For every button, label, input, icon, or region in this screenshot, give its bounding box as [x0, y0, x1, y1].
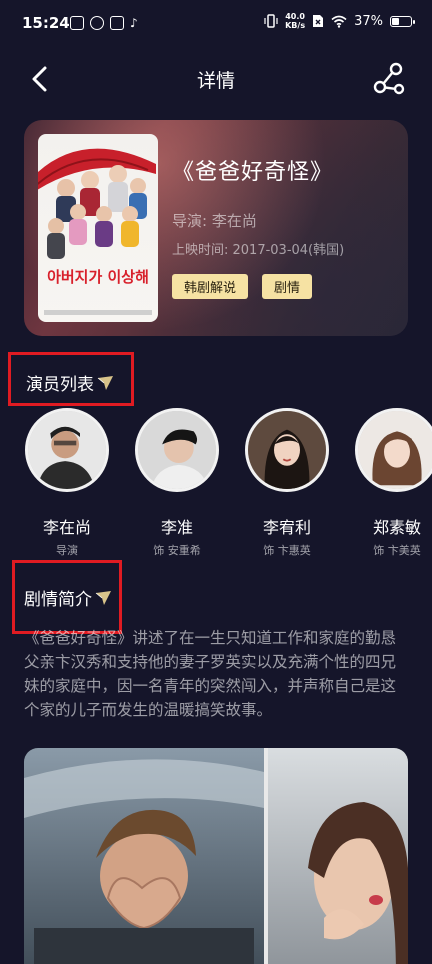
drama-release-date: 上映时间: 2017-03-04(韩国)	[172, 243, 345, 258]
status-bar: 15:24 ♪ 40.0 KB/s 37%	[0, 0, 432, 52]
tag-plot[interactable]: 剧情	[262, 274, 313, 299]
share-icon	[373, 62, 405, 95]
avatar	[135, 408, 219, 492]
synopsis-text: 《爸爸好奇怪》讲述了在一生只知道工作和家庭的勤恳父亲卞汉秀和支持他的妻子罗英实以…	[24, 629, 397, 719]
poster-image[interactable]: 아버지가 이상해	[38, 134, 158, 322]
page-title: 详情	[196, 70, 235, 92]
drama-still-image[interactable]	[24, 748, 408, 964]
cast-name: 李准	[160, 518, 193, 537]
share-button[interactable]	[372, 62, 406, 96]
cast-name: 李在尚	[42, 518, 91, 537]
cast-list: 李在尚 导演 李准 饰 安重希 李宥利 饰 卞惠英 郑素敏 饰 卞美英	[0, 408, 432, 568]
no-sim-icon	[313, 15, 324, 27]
cast-member[interactable]: 李在尚 导演	[12, 408, 122, 558]
cast-name: 李宥利	[262, 518, 311, 537]
battery-fill	[392, 17, 400, 25]
cast-member[interactable]: 李宥利 饰 卞惠英	[232, 408, 342, 558]
synopsis-section-title: 剧情简介	[24, 585, 112, 610]
battery-text: 37%	[354, 13, 383, 29]
cast-role: 饰 卞美英	[373, 544, 421, 557]
tag-korean-drama-commentary[interactable]: 韩剧解说	[172, 274, 249, 299]
status-time: 15:24	[22, 14, 70, 32]
drama-info: 《爸爸好奇怪》 导演: 李在尚 上映时间: 2017-03-04(韩国) 韩剧解…	[172, 154, 396, 299]
tiktok-icon: ♪	[130, 16, 138, 30]
avatar	[25, 408, 109, 492]
drama-title: 《爸爸好奇怪》	[172, 160, 334, 185]
battery-icon	[390, 15, 415, 27]
cast-name: 郑素敏	[372, 518, 421, 537]
tag-row: 韩剧解说 剧情	[172, 274, 396, 299]
drama-card[interactable]: 아버지가 이상해 《爸爸好奇怪》 导演: 李在尚 上映时间: 2017-03-0…	[24, 120, 408, 336]
cast-member[interactable]: 李准 饰 安重希	[122, 408, 232, 558]
flag-icon	[95, 590, 111, 605]
avatar	[355, 408, 432, 492]
status-right: 40.0 KB/s 37%	[264, 12, 415, 30]
cast-section-label: 演员列表	[26, 375, 94, 395]
cast-role: 饰 安重希	[153, 544, 201, 557]
poster-title-text: 아버지가 이상해	[47, 268, 149, 286]
flag-icon	[97, 375, 113, 390]
network-speed-unit: KB/s	[285, 21, 306, 30]
avatar	[245, 408, 329, 492]
network-speed: 40.0 KB/s	[285, 12, 305, 30]
app-icon-2	[110, 16, 124, 30]
drama-director: 导演: 李在尚	[172, 212, 257, 230]
vibrate-icon	[264, 14, 278, 28]
network-speed-value: 40.0	[285, 12, 305, 21]
wifi-icon	[331, 15, 347, 28]
synopsis-section-label: 剧情简介	[24, 590, 92, 610]
header: 详情	[0, 52, 432, 108]
cast-role: 饰 卞惠英	[263, 544, 311, 557]
cast-section-title: 演员列表	[26, 370, 114, 395]
detail-page: 15:24 ♪ 40.0 KB/s 37% 详情 아버지가 이상해 《爸爸好奇怪…	[0, 0, 432, 964]
status-left-icons: ♪	[70, 16, 138, 30]
cast-member[interactable]: 郑素敏 饰 卞美英	[342, 408, 432, 558]
app-icon	[90, 16, 104, 30]
notification-icon	[70, 16, 84, 30]
cast-role: 导演	[56, 544, 78, 557]
